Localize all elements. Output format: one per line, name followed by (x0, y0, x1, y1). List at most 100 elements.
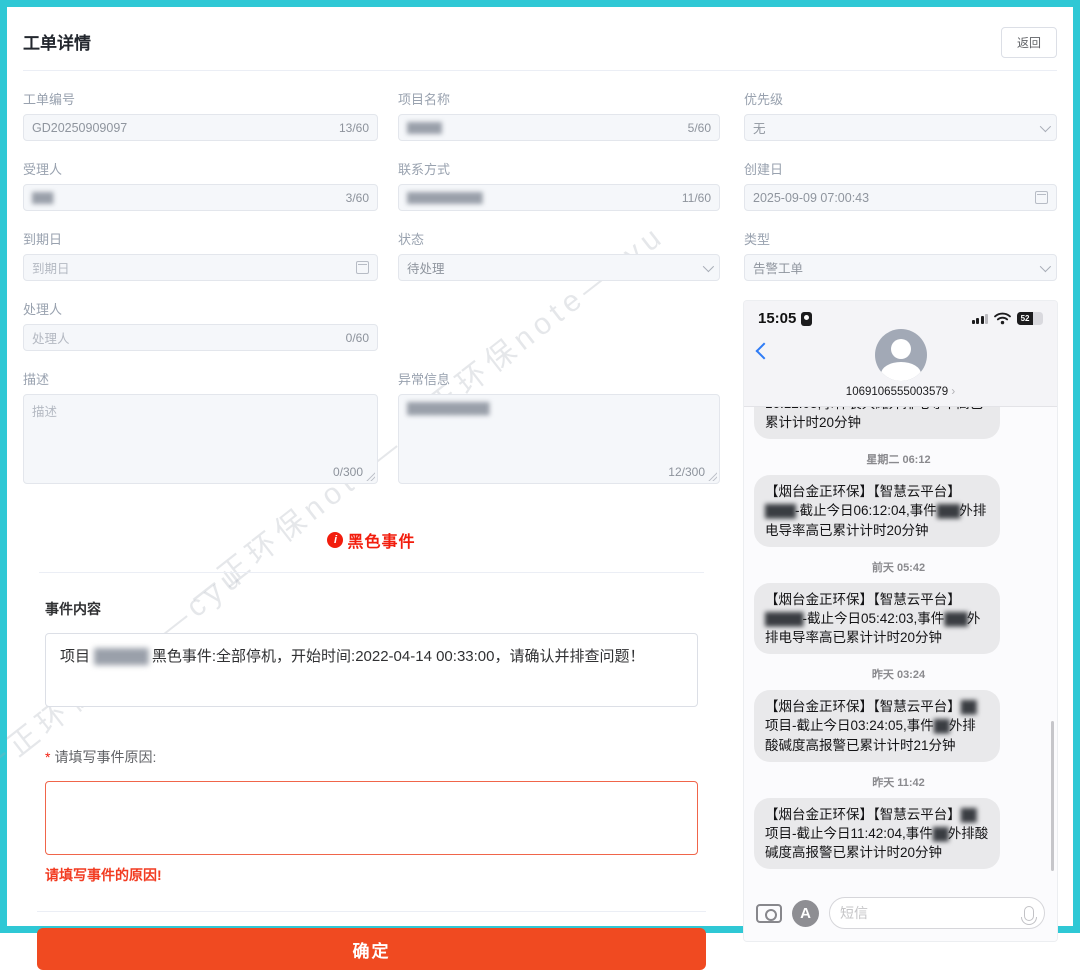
reason-textarea[interactable] (45, 781, 698, 855)
contact-number-text: 1069106555003579 (846, 386, 948, 398)
calendar-icon (1035, 191, 1048, 204)
redacted-text: ██ (961, 808, 976, 822)
sms-text: 【烟台金正环保】【智慧云平台】 (765, 699, 961, 714)
type-select[interactable]: 告警工单 (744, 254, 1057, 281)
char-counter: 0/60 (346, 331, 369, 345)
battery-percent: 52 (1017, 312, 1033, 325)
acceptor-input: ███ 3/60 (23, 184, 378, 211)
field-order-no: 工单编号 GD20250909097 13/60 (23, 89, 378, 141)
sms-bubble: 【烟台金正环保】【智慧云平台】██项目-截止今日11:42:04,事件██外排酸… (754, 798, 1000, 869)
confirm-button[interactable]: 确定 (37, 928, 706, 970)
sms-text: 项目-截止今日03:24:05,事件 (765, 718, 934, 733)
field-acceptor: 受理人 ███ 3/60 (23, 159, 378, 211)
select-value: 无 (753, 118, 1034, 137)
field-abnormal-info: 异常信息 ████████████ 12/300 (398, 369, 720, 484)
field-label: 类型 (744, 229, 1057, 248)
input-value: 2025-09-09 07:00:43 (753, 191, 1029, 205)
field-label: 异常信息 (398, 369, 720, 388)
resize-handle-icon (708, 472, 717, 481)
resize-handle-icon[interactable] (366, 472, 375, 481)
field-handler: 处理人 处理人 0/60 (23, 299, 378, 351)
redacted-text: █████ (765, 612, 803, 626)
page-header: 工单详情 返回 (23, 21, 1057, 71)
header-divider (23, 70, 1057, 71)
event-content-box: 项目 ██████ 黑色事件:全部停机，开始时间:2022-04-14 00:3… (45, 633, 698, 707)
handler-input[interactable]: 处理人 0/60 (23, 324, 378, 351)
right-panel: 优先级 无 创建日 2025-09-09 07:00:43 类型 告警工单 (744, 89, 1057, 970)
field-project-name: 项目名称 █████ 5/60 (398, 89, 720, 141)
field-label: 工单编号 (23, 89, 378, 108)
phone-statusbar: 15:05 52 (758, 310, 1043, 327)
input-placeholder: 到期日 (32, 258, 350, 277)
status-time: 15:05 (758, 310, 796, 327)
work-order-detail-page: 一正环保note—cyu 一正环保note—cyu 一正环保note—cyu 工… (7, 7, 1073, 926)
input-placeholder: 处理人 (32, 328, 340, 347)
redacted-text: ███ (944, 612, 967, 626)
sms-bubble: 【烟台金正环保】【智慧云平台】█████-截止今日05:42:03,事件███外… (754, 583, 1000, 654)
info-icon: i (327, 532, 343, 548)
field-type: 类型 告警工单 (744, 229, 1057, 281)
field-label: 受理人 (23, 159, 378, 178)
sms-input-bar: A 短信 (744, 889, 1057, 941)
focus-mode-icon (801, 312, 812, 326)
event-content-prefix: 项目 (60, 648, 94, 665)
field-label: 描述 (23, 369, 378, 388)
status-select[interactable]: 待处理 (398, 254, 720, 281)
field-created-date: 创建日 2025-09-09 07:00:43 (744, 159, 1057, 211)
chevron-down-icon (703, 260, 714, 271)
sms-time-divider: 昨天 11:42 (754, 774, 1043, 790)
description-textarea[interactable]: 描述 0/300 (23, 394, 378, 484)
validation-error: 请填写事件的原因! (45, 865, 698, 885)
redacted-text: ████ (765, 504, 795, 518)
black-event-title-text: 黑色事件 (347, 528, 415, 552)
redacted-project-name: ██████ (94, 648, 148, 664)
calendar-icon (356, 261, 369, 274)
chevron-down-icon (1040, 260, 1051, 271)
input-value: GD20250909097 (32, 121, 333, 135)
camera-icon (756, 904, 782, 923)
redacted-text: ██ (933, 827, 948, 841)
select-value: 告警工单 (753, 258, 1034, 277)
priority-select[interactable]: 无 (744, 114, 1057, 141)
reason-label-text: 请填写事件原因: (54, 749, 156, 765)
char-counter: 13/60 (339, 121, 369, 135)
sms-bubble: 【烟台金正环保】【智慧云平台】██项目-截止今日03:24:05,事件██外排酸… (754, 690, 1000, 761)
sms-bubble: 【烟台金正环保】【智慧云平台】████-截止今日06:12:04,事件███外排… (754, 475, 1000, 546)
black-event-title: i 黑色事件 (45, 528, 698, 552)
event-content-text: 黑色事件:全部停机，开始时间:2022-04-14 00:33:00，请确认并排… (148, 648, 645, 665)
field-contact: 联系方式 ███████████ 11/60 (398, 159, 720, 211)
chevron-right-icon: › (951, 386, 955, 398)
field-empty-spacer (398, 299, 720, 351)
redacted-value: █████ (407, 122, 682, 134)
field-label: 优先级 (744, 89, 1057, 108)
redacted-text: ██ (961, 700, 976, 714)
chevron-down-icon (1040, 120, 1051, 131)
wifi-icon (994, 312, 1011, 325)
event-content-label: 事件内容 (45, 599, 698, 619)
sms-time-divider: 星期二 06:12 (754, 451, 1043, 467)
redacted-value: ████████████ (407, 403, 489, 415)
field-priority: 优先级 无 (744, 89, 1057, 141)
required-asterisk: * (45, 749, 50, 765)
field-label: 创建日 (744, 159, 1057, 178)
section-divider (39, 572, 704, 573)
sms-text: -截止今日05:42:03,事件 (803, 611, 945, 626)
phone-header: 15:05 52 (744, 301, 1057, 407)
created-date-picker[interactable]: 2025-09-09 07:00:43 (744, 184, 1057, 211)
back-button[interactable]: 返回 (1001, 27, 1057, 58)
project-name-input: █████ 5/60 (398, 114, 720, 141)
sms-time-divider: 昨天 03:24 (754, 666, 1043, 682)
apps-icon: A (792, 900, 819, 927)
field-label: 项目名称 (398, 89, 720, 108)
redacted-text: ███ (937, 504, 960, 518)
field-due-date: 到期日 到期日 (23, 229, 378, 281)
sms-screenshot: 15:05 52 (744, 301, 1057, 941)
sms-text: -截止今日06:12:04,事件 (795, 503, 937, 518)
due-date-picker[interactable]: 到期日 (23, 254, 378, 281)
sms-input-placeholder: 短信 (840, 903, 1024, 923)
contact-avatar (875, 329, 927, 381)
char-counter: 12/300 (668, 465, 705, 479)
black-event-section: i 黑色事件 事件内容 项目 ██████ 黑色事件:全部停机，开始时间:202… (23, 502, 720, 970)
sms-input-field: 短信 (829, 897, 1045, 929)
footer-divider (37, 911, 706, 912)
